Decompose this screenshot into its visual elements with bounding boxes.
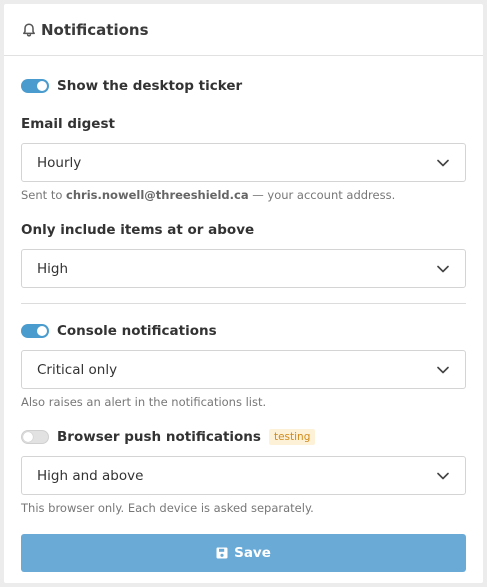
chevron-down-icon bbox=[437, 366, 449, 374]
notifications-panel: Notifications Show the desktop ticker Em… bbox=[4, 4, 483, 583]
email-digest-value: Hourly bbox=[37, 154, 82, 171]
toggle-knob bbox=[37, 326, 47, 336]
browser-push-row: Browser push notifications testing bbox=[21, 429, 316, 445]
console-row: Console notifications bbox=[21, 323, 217, 339]
min-level-value: High bbox=[37, 260, 69, 277]
console-label: Console notifications bbox=[57, 323, 217, 339]
browser-push-level-select[interactable]: High and above bbox=[21, 456, 466, 495]
console-toggle[interactable] bbox=[21, 324, 49, 338]
bell-icon bbox=[21, 22, 37, 38]
chevron-down-icon bbox=[437, 472, 449, 480]
hint-suffix: — your account address. bbox=[252, 188, 396, 202]
chevron-down-icon bbox=[437, 159, 449, 167]
email-digest-label: Email digest bbox=[21, 116, 115, 132]
browser-push-toggle[interactable] bbox=[21, 430, 49, 444]
section-divider bbox=[21, 303, 466, 304]
email-digest-select[interactable]: Hourly bbox=[21, 143, 466, 182]
save-disk-icon bbox=[216, 547, 228, 559]
min-level-label: Only include items at or above bbox=[21, 222, 255, 238]
browser-push-label: Browser push notifications bbox=[57, 429, 261, 445]
testing-badge: testing bbox=[268, 429, 316, 445]
console-level-select[interactable]: Critical only bbox=[21, 350, 466, 389]
hint-prefix: Sent to bbox=[21, 188, 63, 202]
toggle-knob bbox=[37, 81, 47, 91]
panel-title: Notifications bbox=[41, 20, 149, 39]
desktop-ticker-label: Show the desktop ticker bbox=[57, 78, 243, 94]
browser-push-hint: This browser only. Each device is asked … bbox=[21, 501, 314, 515]
account-email: chris.nowell@threeshield.ca bbox=[66, 188, 249, 202]
panel-header: Notifications bbox=[4, 4, 483, 56]
desktop-ticker-row: Show the desktop ticker bbox=[21, 78, 242, 94]
toggle-knob bbox=[23, 432, 33, 442]
desktop-ticker-toggle[interactable] bbox=[21, 79, 49, 93]
save-button[interactable]: Save bbox=[21, 534, 466, 572]
email-digest-hint: Sent to chris.nowell@threeshield.ca — yo… bbox=[21, 188, 395, 202]
min-level-select[interactable]: High bbox=[21, 249, 466, 288]
browser-push-level-value: High and above bbox=[37, 467, 144, 484]
chevron-down-icon bbox=[437, 265, 449, 273]
console-hint: Also raises an alert in the notification… bbox=[21, 395, 267, 409]
save-label: Save bbox=[234, 545, 271, 561]
console-level-value: Critical only bbox=[37, 361, 118, 378]
